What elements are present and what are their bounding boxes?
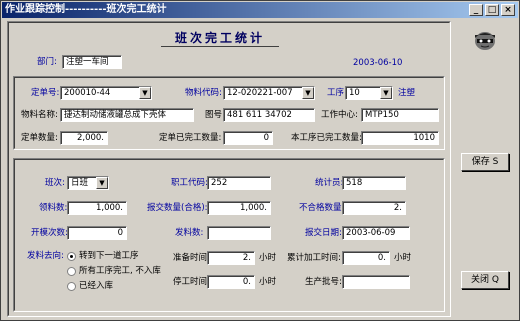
process-done-field[interactable]: 1010 [361,131,439,145]
reject-field[interactable]: 2. [342,201,406,215]
process-value: 10 [349,88,360,98]
dest-radio-stocked[interactable] [67,282,76,291]
prep-field[interactable]: 2. [207,251,255,265]
staff-code-label: 职工代码: [171,178,208,188]
process-name: 注塑 [398,88,416,98]
dest-radio-complete[interactable] [67,267,76,276]
cumulative-field[interactable]: 0. [342,251,390,265]
prep-label: 准备时间: [173,253,210,263]
issue-field[interactable] [207,226,271,240]
report-date-field[interactable]: 2003-06-09 [342,226,410,240]
stat-field[interactable]: 518 [342,176,406,190]
close-button[interactable]: 关闭 Q [461,271,509,289]
order-qty-field[interactable]: 2,000. [60,131,108,145]
work-center-field[interactable]: MTP150 [361,108,439,122]
save-button[interactable]: 保存 S [461,153,509,171]
order-no-label: 定单号: [31,88,60,98]
drawing-field[interactable]: 481 611 34702 [223,108,315,122]
dept-label: 部门: [37,57,57,67]
order-done-field[interactable]: 0 [223,131,273,145]
work-center-label: 工作中心: [321,110,358,120]
issue-label: 发料数: [175,228,204,238]
title-bar: 作业跟踪控制----------班次完工统计 _ □ × [2,2,518,18]
cumulative-unit: 小时 [394,253,412,263]
material-code-field[interactable]: 12-020221-007 ▼ [223,86,315,100]
chevron-down-icon[interactable]: ▼ [302,87,314,99]
machine-field[interactable]: 0 [67,226,127,240]
chevron-down-icon[interactable]: ▼ [96,177,108,189]
material-name-field[interactable]: 捷达制动储液罐总成下壳体 [60,108,194,122]
material-code-value: 12-020221-007 [227,88,293,98]
staff-code-field[interactable]: 252 [207,176,271,190]
batch-field[interactable] [342,275,410,289]
cumulative-label: 累计加工时间: [287,253,341,263]
user-face-icon [471,29,499,51]
received-field[interactable]: 1,000. [67,201,127,215]
order-done-label: 定单已完工数量: [159,133,222,143]
dest-option-complete: 所有工序完工, 不入库 [79,266,161,276]
dest-radio-next[interactable] [67,252,76,261]
dest-option-next: 转到下一道工序 [79,251,139,261]
shift-value: 日班 [71,178,89,188]
prep-unit: 小时 [259,253,277,263]
stop-label: 停工时间: [173,277,210,287]
material-name-label: 物料名称: [21,110,58,120]
minimize-button[interactable]: _ [469,4,483,16]
drawing-label: 图号: [205,110,225,120]
maximize-button[interactable]: □ [485,4,499,16]
material-code-label: 物料代码: [185,88,222,98]
report-qty-label: 报交数量(合格): [147,203,208,213]
order-no-value: 200010-44 [64,88,111,98]
dept-field[interactable]: 注塑一车间 [62,55,122,69]
shift-select[interactable]: 日班 ▼ [67,176,109,190]
report-qty-field[interactable]: 1,000. [207,201,271,215]
process-label: 工序: [327,88,347,98]
dest-option-stocked: 已经入库 [79,281,114,291]
close-window-button[interactable]: × [501,4,515,16]
shift-label: 班次: [45,178,65,188]
dest-label: 发料去向: [27,251,64,261]
form-title: 班次完工统计 [161,29,279,47]
chevron-down-icon[interactable]: ▼ [380,87,392,99]
process-field[interactable]: 10 ▼ [345,86,393,100]
batch-label: 生产批号: [305,277,342,287]
order-no-field[interactable]: 200010-44 ▼ [60,86,152,100]
report-date-label: 报交日期: [305,228,342,238]
stop-unit: 小时 [259,277,277,287]
process-done-label: 本工序已完工数量: [291,133,362,143]
machine-label: 开模次数: [31,228,68,238]
order-qty-label: 定单数量: [21,133,58,143]
received-label: 领料数: [39,203,68,213]
chevron-down-icon[interactable]: ▼ [139,87,151,99]
date-label: 2003-06-10 [353,58,403,68]
stat-label: 统计员: [315,178,344,188]
window-title: 作业跟踪控制----------班次完工统计 [5,4,167,15]
app-window: 作业跟踪控制----------班次完工统计 _ □ × 班次完工统计 部门: … [0,0,520,321]
stop-field[interactable]: 0. [207,275,255,289]
reject-label: 不合格数量: [299,203,345,213]
